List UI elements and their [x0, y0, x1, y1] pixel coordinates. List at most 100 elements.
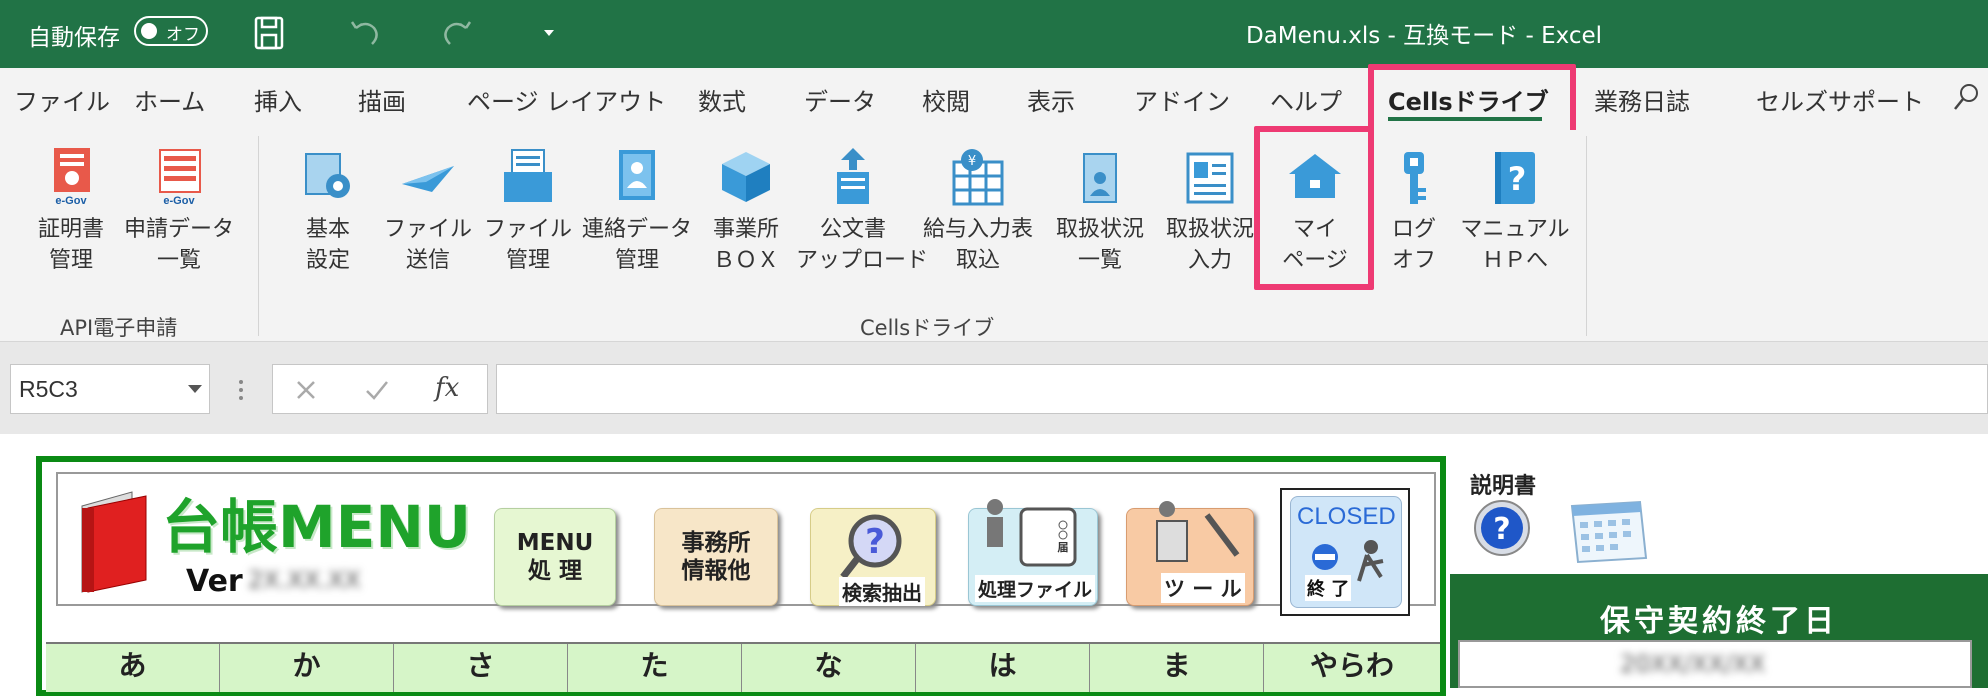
kana-tab-ta[interactable]: た: [568, 644, 742, 692]
customize-qat-icon[interactable]: [542, 26, 556, 40]
official-document-upload-button[interactable]: 公文書 アップロード: [796, 148, 929, 276]
kana-tab-ha[interactable]: は: [916, 644, 1090, 692]
certificate-egov-icon: e-Gov: [54, 148, 90, 207]
svg-text:?: ?: [1508, 160, 1527, 198]
tools-label: ツ ー ル: [1161, 573, 1245, 603]
basic-settings-button[interactable]: 基本 設定: [284, 148, 372, 276]
red-binder-icon: [81, 491, 147, 593]
kana-tab-a[interactable]: あ: [46, 644, 220, 692]
button-label-line2: アップロード: [796, 248, 929, 273]
tab-insert[interactable]: 挿入: [254, 82, 302, 117]
office-box-button[interactable]: 事業所 ＢＯＸ: [702, 148, 790, 276]
button-label-line2: 入力: [1187, 248, 1232, 273]
file-worker-icon: 届: [987, 499, 1077, 567]
help-book-icon: ?: [1495, 152, 1535, 204]
more-options-icon[interactable]: [236, 378, 246, 402]
maintenance-panel: 保守契約終了日 20XX/XX/XX: [1450, 574, 1988, 688]
payroll-import-button[interactable]: ¥ 給与入力表 取込: [916, 148, 1040, 276]
status-input-button[interactable]: 取扱状況 入力: [1160, 148, 1260, 276]
group-separator: [1586, 136, 1587, 336]
menu-panel: 台帳MENU Ver 2X.XX.XX MENU 処 理 事務所 情報他 ? 検…: [56, 472, 1436, 616]
button-label-line2: 管理: [505, 248, 550, 273]
upload-document-icon: [837, 148, 869, 204]
my-page-highlight: [1254, 126, 1374, 290]
end-label: 終 了: [1305, 575, 1352, 601]
magnifier-icon: ?: [840, 514, 902, 580]
certificate-management-button[interactable]: e-Gov 証明書 管理: [28, 148, 114, 304]
tools-worker-icon: [1156, 501, 1240, 562]
application-data-list-button[interactable]: e-Gov 申請データ 一覧: [122, 148, 236, 304]
cancel-icon[interactable]: [295, 379, 317, 401]
manual-label: 説明書: [1470, 474, 1537, 499]
tab-formulas[interactable]: 数式: [698, 82, 746, 117]
tab-draw[interactable]: 描画: [358, 82, 406, 117]
kana-tab-ka[interactable]: か: [220, 644, 394, 692]
tools-button[interactable]: ツ ー ル: [1126, 501, 1254, 606]
tab-view[interactable]: 表示: [1027, 82, 1075, 117]
maintenance-date-value: 20XX/XX/XX: [1620, 650, 1766, 678]
button-label-line2: 一覧: [1077, 248, 1122, 273]
ribbon: e-Gov 証明書 管理 e-Gov 申請データ 一覧 API電子申請 基本 設…: [0, 126, 1988, 342]
status-list-icon: [1083, 153, 1117, 203]
help-circle-icon[interactable]: ?: [1472, 498, 1532, 558]
button-label-line2: 一覧: [156, 248, 201, 273]
button-label-line2: 送信: [405, 248, 450, 273]
manual-homepage-button[interactable]: ? マニュアル ＨＰへ: [1460, 148, 1570, 276]
menu-process-button[interactable]: MENU 処 理: [494, 508, 616, 606]
tab-data[interactable]: データ: [804, 82, 876, 117]
window-title: DaMenu.xls - 互換モード - Excel: [1246, 23, 1603, 49]
file-management-button[interactable]: ファイル 管理: [484, 148, 572, 276]
version-value: 2X.XX.XX: [248, 566, 361, 594]
ribbon-tabs: ファイル ホーム 挿入 描画 ページ レイアウト 数式 データ 校閲 表示 アド…: [0, 64, 1988, 138]
svg-text:¥: ¥: [968, 154, 976, 169]
application-list-egov-icon: e-Gov: [159, 149, 201, 207]
kana-tab-na[interactable]: な: [742, 644, 916, 692]
egov-logo-text: e-Gov: [163, 195, 195, 207]
settings-gear-icon: [305, 153, 350, 198]
kana-tab-sa[interactable]: さ: [394, 644, 568, 692]
contact-data-management-button[interactable]: 連絡データ 管理: [580, 148, 694, 276]
search-icon[interactable]: [1952, 82, 1980, 112]
undo-icon[interactable]: [350, 18, 380, 48]
kana-tab-yarawa[interactable]: やらわ: [1264, 644, 1440, 692]
search-extract-button[interactable]: ? 検索抽出: [810, 508, 936, 606]
tab-gyomu-nisshi[interactable]: 業務日誌: [1594, 82, 1690, 117]
tab-cells-support[interactable]: セルズサポート: [1756, 82, 1924, 117]
tab-help[interactable]: ヘルプ: [1270, 82, 1342, 117]
svg-text:?: ?: [865, 522, 885, 562]
close-end-button[interactable]: CLOSED 終 了: [1280, 488, 1410, 616]
menu-process-label: MENU 処 理: [516, 530, 594, 584]
insert-function-icon[interactable]: fx: [435, 373, 459, 403]
name-box[interactable]: R5C3: [10, 364, 210, 414]
search-extract-label: 検索抽出: [839, 577, 925, 606]
office-info-button[interactable]: 事務所 情報他: [654, 508, 778, 606]
file-send-button[interactable]: ファイル 送信: [384, 148, 472, 276]
tab-review[interactable]: 校閲: [922, 82, 970, 117]
chevron-down-icon[interactable]: [187, 383, 203, 395]
save-icon[interactable]: [254, 16, 284, 50]
process-file-button[interactable]: 届 処理ファイル: [968, 499, 1098, 606]
status-list-button[interactable]: 取扱状況 一覧: [1050, 148, 1150, 276]
egov-logo-text: e-Gov: [55, 195, 87, 207]
autosave-toggle[interactable]: オフ: [134, 16, 208, 46]
tab-page-layout[interactable]: ページ レイアウト: [467, 82, 666, 117]
app-title: 台帳MENU: [162, 493, 471, 561]
process-file-label: 処理ファイル: [975, 575, 1096, 602]
formula-input[interactable]: [496, 364, 1988, 414]
tab-file[interactable]: ファイル: [14, 82, 110, 117]
title-bar: 自動保存 オフ DaMenu.xls - 互換モード - Excel: [0, 0, 1988, 68]
kana-tab-ma[interactable]: ま: [1090, 644, 1264, 692]
redo-icon[interactable]: [442, 18, 472, 48]
enter-check-icon[interactable]: [365, 379, 389, 401]
svg-text:?: ?: [1493, 512, 1510, 547]
button-label-line2: ＢＯＸ: [712, 248, 779, 273]
button-label-line2: ＨＰへ: [1481, 248, 1548, 273]
autosave-label: 自動保存: [28, 25, 120, 51]
logoff-button[interactable]: ログ オフ: [1376, 148, 1452, 276]
payroll-table-icon: ¥: [952, 149, 1004, 206]
tab-addins[interactable]: アドイン: [1134, 82, 1230, 117]
tab-home[interactable]: ホーム: [134, 82, 205, 117]
formula-bar-area: R5C3 fx: [0, 342, 1988, 434]
calendar-icon[interactable]: [1566, 498, 1650, 570]
name-box-value: R5C3: [19, 376, 78, 402]
